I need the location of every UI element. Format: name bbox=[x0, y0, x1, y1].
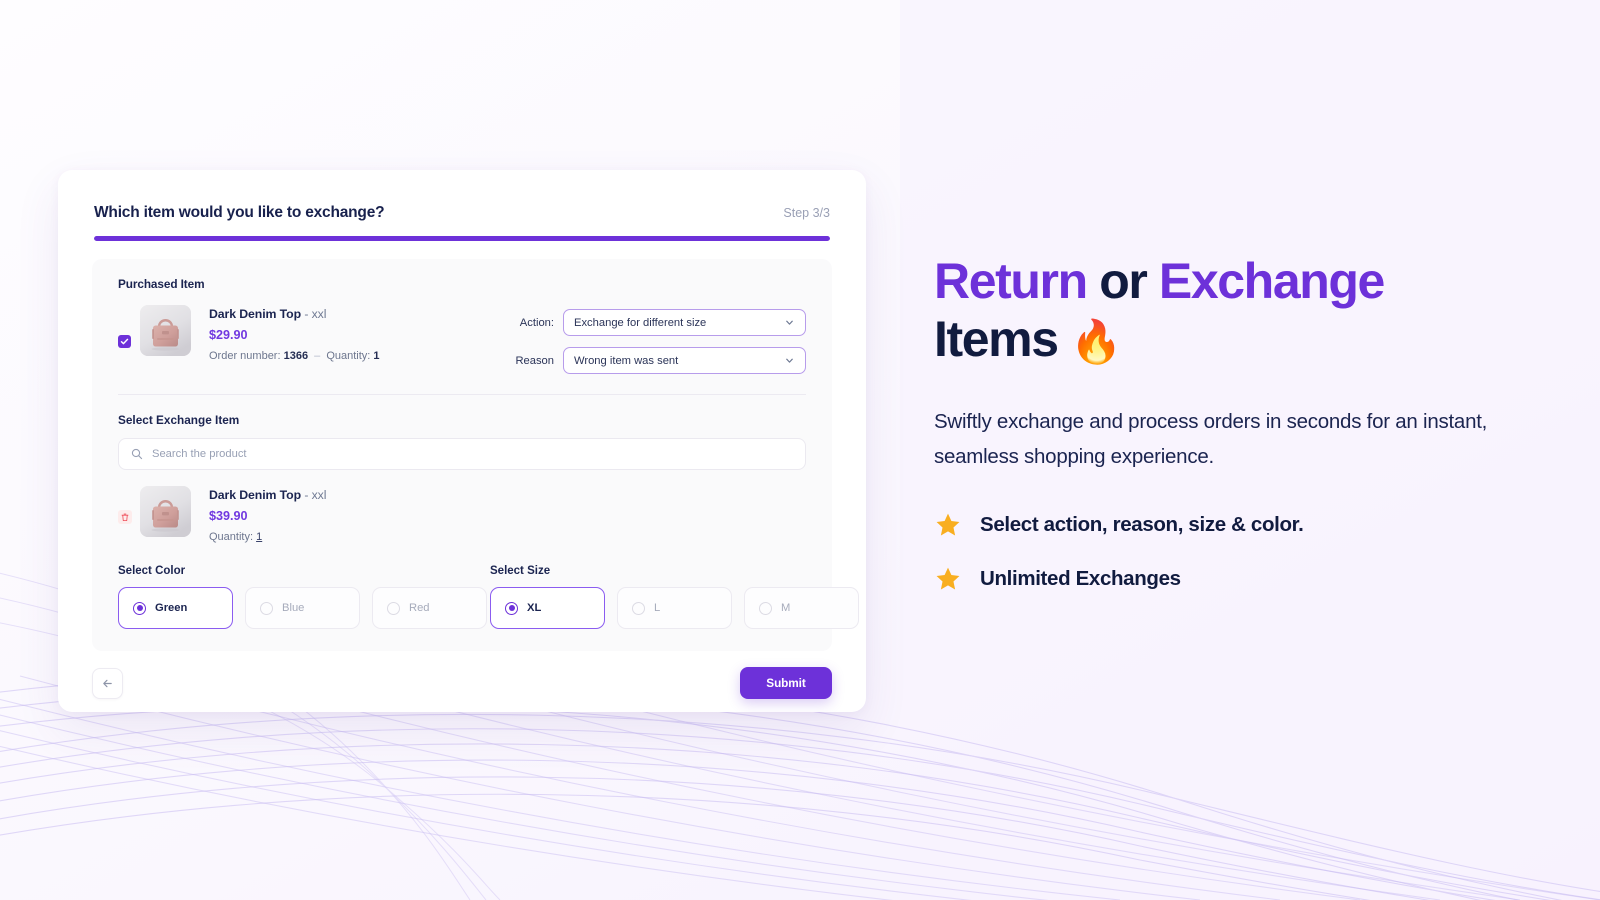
marketing-panel: Return or Exchange Items 🔥 Swiftly excha… bbox=[934, 252, 1554, 593]
exchange-item-details: Dark Denim Top - xxl $39.90 Quantity: 1 bbox=[209, 486, 326, 543]
reason-label: Reason bbox=[515, 354, 554, 367]
card-header: Which item would you like to exchange? S… bbox=[58, 170, 866, 241]
purchased-item-name: Dark Denim Top - xxl bbox=[209, 307, 506, 321]
marketing-headline: Return or Exchange Items 🔥 bbox=[934, 252, 1554, 368]
action-row: Action: Exchange for different size bbox=[506, 309, 806, 336]
action-select[interactable]: Exchange for different size bbox=[563, 309, 806, 336]
radio-icon bbox=[387, 601, 400, 615]
purchased-item-variant: - xxl bbox=[304, 307, 327, 321]
star-icon bbox=[934, 511, 962, 539]
size-option-label: L bbox=[654, 602, 661, 614]
size-option-xl[interactable]: XL bbox=[490, 587, 605, 629]
trash-icon bbox=[121, 513, 129, 521]
star-icon bbox=[936, 567, 960, 589]
list-item: Unlimited Exchanges bbox=[934, 565, 1554, 593]
action-reason-selectors: Action: Exchange for different size Reas… bbox=[506, 305, 806, 374]
size-option-label: XL bbox=[527, 602, 542, 614]
reason-select[interactable]: Wrong item was sent bbox=[563, 347, 806, 374]
size-options-list: XL L M bbox=[490, 587, 859, 629]
size-selector-group: Select Size XL L M bbox=[490, 565, 859, 629]
headline-word-items: Items bbox=[934, 311, 1059, 367]
exchange-item-quantity: Quantity: 1 bbox=[209, 531, 326, 543]
progress-bar bbox=[94, 236, 830, 241]
arrow-left-icon bbox=[103, 679, 112, 687]
purchased-quantity-value: 1 bbox=[373, 350, 380, 362]
marketing-bullet-list: Select action, reason, size & color. Unli… bbox=[934, 511, 1554, 593]
color-options-list: Green Blue Red bbox=[118, 587, 490, 629]
step-indicator: Step 3/3 bbox=[783, 206, 830, 220]
size-option-label: M bbox=[781, 602, 791, 614]
select-color-label: Select Color bbox=[118, 565, 186, 577]
exchange-item-price: $39.90 bbox=[209, 509, 248, 523]
variant-selectors: Select Color Green Blue Red Select Size XL… bbox=[118, 565, 859, 629]
exchange-item-name: Dark Denim Top - xxl bbox=[209, 488, 326, 502]
exchange-form-card: Which item would you like to exchange? S… bbox=[58, 170, 866, 712]
page-title: Which item would you like to exchange? bbox=[94, 204, 385, 221]
form-panel: Purchased Item Dark Denim Top - xxl $29.… bbox=[92, 259, 859, 651]
purchased-item-row: Dark Denim Top - xxl $29.90 Order number… bbox=[118, 305, 806, 374]
purchased-quantity-label: Quantity: bbox=[326, 350, 371, 362]
bullet-text: Unlimited Exchanges bbox=[980, 566, 1181, 590]
purchased-item-checkbox[interactable] bbox=[118, 335, 131, 348]
action-label: Action: bbox=[519, 316, 554, 329]
exchange-item-thumbnail bbox=[140, 486, 191, 537]
submit-button[interactable]: Submit bbox=[740, 667, 832, 699]
exchange-item-row: Dark Denim Top - xxl $39.90 Quantity: 1 bbox=[118, 486, 806, 543]
list-item: Select action, reason, size & color. bbox=[934, 511, 1554, 539]
card-footer: Submit bbox=[58, 651, 866, 699]
radio-icon bbox=[505, 601, 518, 615]
meta-separator: – bbox=[314, 350, 321, 362]
handbag-image bbox=[140, 305, 191, 356]
delete-exchange-item-button[interactable] bbox=[118, 510, 132, 524]
exchange-item-variant: - xxl bbox=[304, 488, 327, 502]
size-option-m[interactable]: M bbox=[744, 587, 859, 629]
exchange-quantity-value[interactable]: 1 bbox=[256, 531, 262, 543]
purchased-item-thumbnail bbox=[140, 305, 191, 356]
star-icon bbox=[934, 565, 962, 593]
chevron-down-icon bbox=[784, 317, 795, 328]
headline-word-return: Return bbox=[934, 253, 1088, 309]
order-number-label: Order number: bbox=[209, 350, 281, 362]
headline-word-exchange: Exchange bbox=[1158, 253, 1385, 309]
reason-row: Reason Wrong item was sent bbox=[506, 347, 806, 374]
size-option-l[interactable]: L bbox=[617, 587, 732, 629]
color-option-red[interactable]: Red bbox=[372, 587, 487, 629]
purchased-item-label: Purchased Item bbox=[118, 277, 205, 291]
reason-select-value: Wrong item was sent bbox=[574, 354, 679, 367]
back-button[interactable] bbox=[92, 667, 123, 699]
fire-emoji-icon: 🔥 bbox=[1070, 318, 1123, 365]
radio-icon bbox=[260, 601, 273, 615]
color-option-blue[interactable]: Blue bbox=[245, 587, 360, 629]
star-icon bbox=[936, 513, 960, 535]
order-number-value: 1366 bbox=[283, 350, 309, 362]
check-icon bbox=[120, 338, 129, 345]
section-divider bbox=[118, 394, 806, 395]
radio-icon bbox=[759, 601, 772, 615]
exchange-item-label: Select Exchange Item bbox=[118, 413, 240, 427]
radio-icon bbox=[133, 601, 146, 615]
handbag-image bbox=[140, 486, 191, 537]
purchased-item-meta: Order number: 1366 – Quantity: 1 bbox=[209, 350, 506, 362]
product-search-field[interactable]: Search the product bbox=[118, 438, 806, 470]
color-option-label: Blue bbox=[282, 602, 305, 614]
radio-icon bbox=[632, 601, 645, 615]
purchased-item-details: Dark Denim Top - xxl $29.90 Order number… bbox=[209, 305, 506, 362]
headline-word-or: or bbox=[1099, 253, 1148, 309]
select-size-label: Select Size bbox=[490, 565, 551, 577]
product-search-placeholder: Search the product bbox=[152, 448, 247, 460]
search-icon bbox=[131, 448, 143, 460]
chevron-down-icon bbox=[784, 355, 795, 366]
progress-bar-fill bbox=[94, 236, 830, 241]
color-option-label: Red bbox=[409, 602, 430, 614]
action-select-value: Exchange for different size bbox=[574, 316, 707, 329]
marketing-subtext: Swiftly exchange and process orders in s… bbox=[934, 410, 1488, 469]
purchased-item-name-text: Dark Denim Top bbox=[209, 307, 301, 321]
exchange-quantity-label: Quantity: bbox=[209, 531, 254, 543]
color-option-label: Green bbox=[155, 602, 188, 614]
purchased-item-price: $29.90 bbox=[209, 328, 248, 342]
color-selector-group: Select Color Green Blue Red bbox=[118, 565, 490, 629]
bullet-text: Select action, reason, size & color. bbox=[980, 512, 1304, 536]
exchange-item-name-text: Dark Denim Top bbox=[209, 488, 301, 502]
color-option-green[interactable]: Green bbox=[118, 587, 233, 629]
